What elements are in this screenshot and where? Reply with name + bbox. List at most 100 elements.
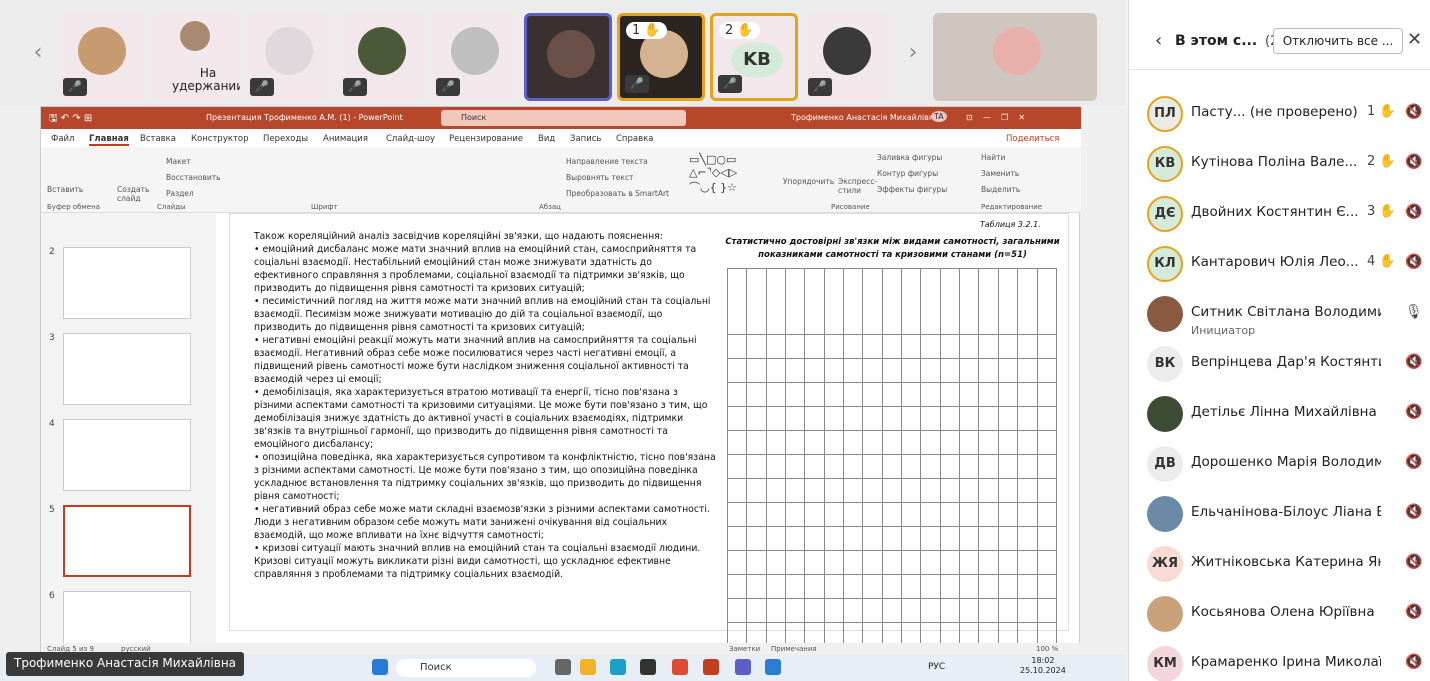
shape-fill-button[interactable]: Заливка фигуры xyxy=(877,153,942,162)
notes-button[interactable]: Заметки xyxy=(729,645,760,653)
slide-thumbnail[interactable] xyxy=(63,247,191,319)
quick-styles-button[interactable]: Экспресс-стили xyxy=(838,177,877,195)
ribbon-tab[interactable]: Справка xyxy=(616,134,653,144)
store-icon[interactable] xyxy=(640,659,656,675)
body-bullet: • песимістичний погляд на життя може мат… xyxy=(254,296,711,334)
video-tile[interactable]: 🎤 xyxy=(58,13,146,101)
task-view-icon[interactable] xyxy=(555,659,571,675)
shape-outline-button[interactable]: Контур фигуры xyxy=(877,169,938,178)
video-tile[interactable]: На удержании xyxy=(152,13,240,101)
clock[interactable]: 18:02 25.10.2024 xyxy=(1020,656,1066,677)
table-cell xyxy=(785,382,806,407)
smartart-button[interactable]: Преобразовать в SmartArt xyxy=(566,189,669,198)
arrange-button[interactable]: Упорядочить xyxy=(783,177,834,186)
align-text-button[interactable]: Выровнять текст xyxy=(566,173,633,182)
ribbon-tab[interactable]: Слайд-шоу xyxy=(386,134,435,144)
participant-row[interactable]: Ельчанінова-Білоус Ліана Вік... 🔇 xyxy=(1129,490,1430,540)
slide-thumbnail[interactable] xyxy=(63,333,191,405)
participant-row[interactable]: ДВ Дорошенко Марія Володими... 🔇 xyxy=(1129,440,1430,490)
participant-row[interactable]: ВК Вепрінцева Дар'я Костянтині... 🔇 xyxy=(1129,340,1430,390)
mic-off-icon[interactable]: 🔇 xyxy=(1405,404,1422,420)
zoom-level[interactable]: 100 % xyxy=(1036,645,1058,653)
slide-body-text[interactable]: Також кореляційний аналіз засвідчив коре… xyxy=(254,230,716,581)
table-cell xyxy=(746,358,767,383)
participant-row[interactable]: КЛ Кантарович Юлія Лео... 4 ✋ 🔇 xyxy=(1129,240,1430,290)
participant-row[interactable]: ЖЯ Житніковська Катерина Янівна 🔇 xyxy=(1129,540,1430,590)
word-icon[interactable] xyxy=(765,659,781,675)
ribbon-tab[interactable]: Рецензирование xyxy=(449,134,523,144)
participant-row[interactable]: КВ Кутінова Поліна Вале... 2 ✋ 🔇 xyxy=(1129,140,1430,190)
chrome-icon[interactable] xyxy=(672,659,688,675)
ribbon-tab[interactable]: Главная xyxy=(89,134,129,146)
powerpoint-icon[interactable] xyxy=(703,659,719,675)
chevron-right-icon[interactable]: › xyxy=(903,40,923,65)
section-button[interactable]: Раздел xyxy=(166,189,194,198)
mic-off-icon[interactable]: 🔇 xyxy=(1405,154,1422,170)
file-explorer-icon[interactable] xyxy=(580,659,596,675)
avatar[interactable]: TA xyxy=(931,111,947,122)
ribbon-tab[interactable]: Вставка xyxy=(140,134,176,144)
mic-off-icon[interactable]: 🔇 xyxy=(1405,354,1422,370)
participant-row[interactable]: Косьянова Олена Юріївна 🔇 xyxy=(1129,590,1430,640)
mic-off-icon[interactable]: 🔇 xyxy=(1405,554,1422,570)
share-button[interactable]: Поделиться xyxy=(1006,134,1059,144)
video-tile[interactable]: 🎤 xyxy=(245,13,333,101)
keyboard-language[interactable]: РУС xyxy=(928,662,945,672)
text-direction-button[interactable]: Направление текста xyxy=(566,157,648,166)
save-icon[interactable]: 🖫 ↶ ↷ ⊞ xyxy=(49,111,92,128)
video-tile[interactable]: 🎤 xyxy=(338,13,426,101)
ribbon-tab[interactable]: Запись xyxy=(570,134,601,144)
mic-off-icon[interactable]: 🔇 xyxy=(1405,604,1422,620)
mic-off-icon[interactable]: 🔇 xyxy=(1405,104,1422,120)
shapes-gallery[interactable]: ▭╲□○▭ △⌐⌝◇◁▷ ⌒◡{ }☆ xyxy=(689,153,737,195)
ribbon-tab[interactable]: Файл xyxy=(51,134,74,144)
find-button[interactable]: Найти xyxy=(981,153,1005,162)
comments-button[interactable]: Примечания xyxy=(771,645,817,653)
table-cell xyxy=(823,382,845,407)
participant-row[interactable]: Детільє Лінна Михайлівна 🔇 xyxy=(1129,390,1430,440)
mic-off-icon[interactable]: 🔇 xyxy=(1405,654,1422,670)
mute-all-button[interactable]: Отключить все ... xyxy=(1273,28,1403,54)
participant-row[interactable]: КМ Крамаренко Ірина Миколаївна 🔇 xyxy=(1129,640,1430,681)
participant-row[interactable]: ПЛ Пасту... (не проверено) 1 ✋ 🔇 xyxy=(1129,90,1430,140)
chevron-left-icon[interactable]: ‹ xyxy=(1155,30,1162,51)
mic-off-icon[interactable]: 🔇 xyxy=(1405,204,1422,220)
edge-icon[interactable] xyxy=(610,659,626,675)
layout-button[interactable]: Макет xyxy=(166,157,191,166)
mic-off-icon[interactable]: 🔇 xyxy=(1405,454,1422,470)
paste-button[interactable]: Вставить xyxy=(47,185,83,194)
new-slide-button[interactable]: Создать слайд xyxy=(117,185,149,203)
table-cell xyxy=(997,382,1019,407)
shape-effects-button[interactable]: Эффекты фигуры xyxy=(877,185,947,194)
search-input[interactable]: Поиск xyxy=(441,110,686,126)
participant-row[interactable]: Ситник Світлана Володимирів... Инициатор 🎙 xyxy=(1129,290,1430,340)
replace-button[interactable]: Заменить xyxy=(981,169,1019,178)
video-tile-large[interactable] xyxy=(933,13,1097,101)
start-icon[interactable] xyxy=(372,659,388,675)
ribbon: Вставить Создать слайд Макет Восстановит… xyxy=(41,147,1081,213)
select-button[interactable]: Выделить xyxy=(981,185,1020,194)
ribbon-tab[interactable]: Анимация xyxy=(323,134,368,144)
window-controls[interactable]: ⊡ — ❐ ✕ xyxy=(966,113,1025,122)
slide-thumbnail[interactable] xyxy=(63,419,191,491)
mic-off-icon[interactable]: 🔇 xyxy=(1405,504,1422,520)
close-icon[interactable]: ✕ xyxy=(1407,29,1422,50)
chevron-left-icon[interactable]: ‹ xyxy=(28,40,48,65)
video-tile-selected[interactable] xyxy=(524,13,612,101)
ribbon-tab[interactable]: Конструктор xyxy=(191,134,249,144)
table-cell xyxy=(978,406,999,431)
ribbon-tab[interactable]: Вид xyxy=(538,134,555,144)
taskbar-search[interactable]: Поиск xyxy=(396,659,536,677)
slide-canvas[interactable]: Також кореляційний аналіз засвідчив коре… xyxy=(229,213,1069,647)
mic-icon[interactable]: 🎙 xyxy=(1405,304,1423,320)
slide-thumbnail[interactable] xyxy=(63,505,191,577)
teams-icon[interactable] xyxy=(735,659,751,675)
ribbon-tab[interactable]: Переходы xyxy=(263,134,308,144)
video-tile[interactable]: 🎤 xyxy=(803,13,891,101)
participant-row[interactable]: ДЄ Двойних Костянтин Є... 3 ✋ 🔇 xyxy=(1129,190,1430,240)
video-tile[interactable]: 🎤 xyxy=(431,13,519,101)
video-tile-hand-raised[interactable]: 1 ✋ 🎤 xyxy=(617,13,705,101)
video-tile-hand-raised[interactable]: KB 2 ✋ 🎤 xyxy=(710,13,798,101)
mic-off-icon[interactable]: 🔇 xyxy=(1405,254,1422,270)
reset-button[interactable]: Восстановить xyxy=(166,173,221,182)
